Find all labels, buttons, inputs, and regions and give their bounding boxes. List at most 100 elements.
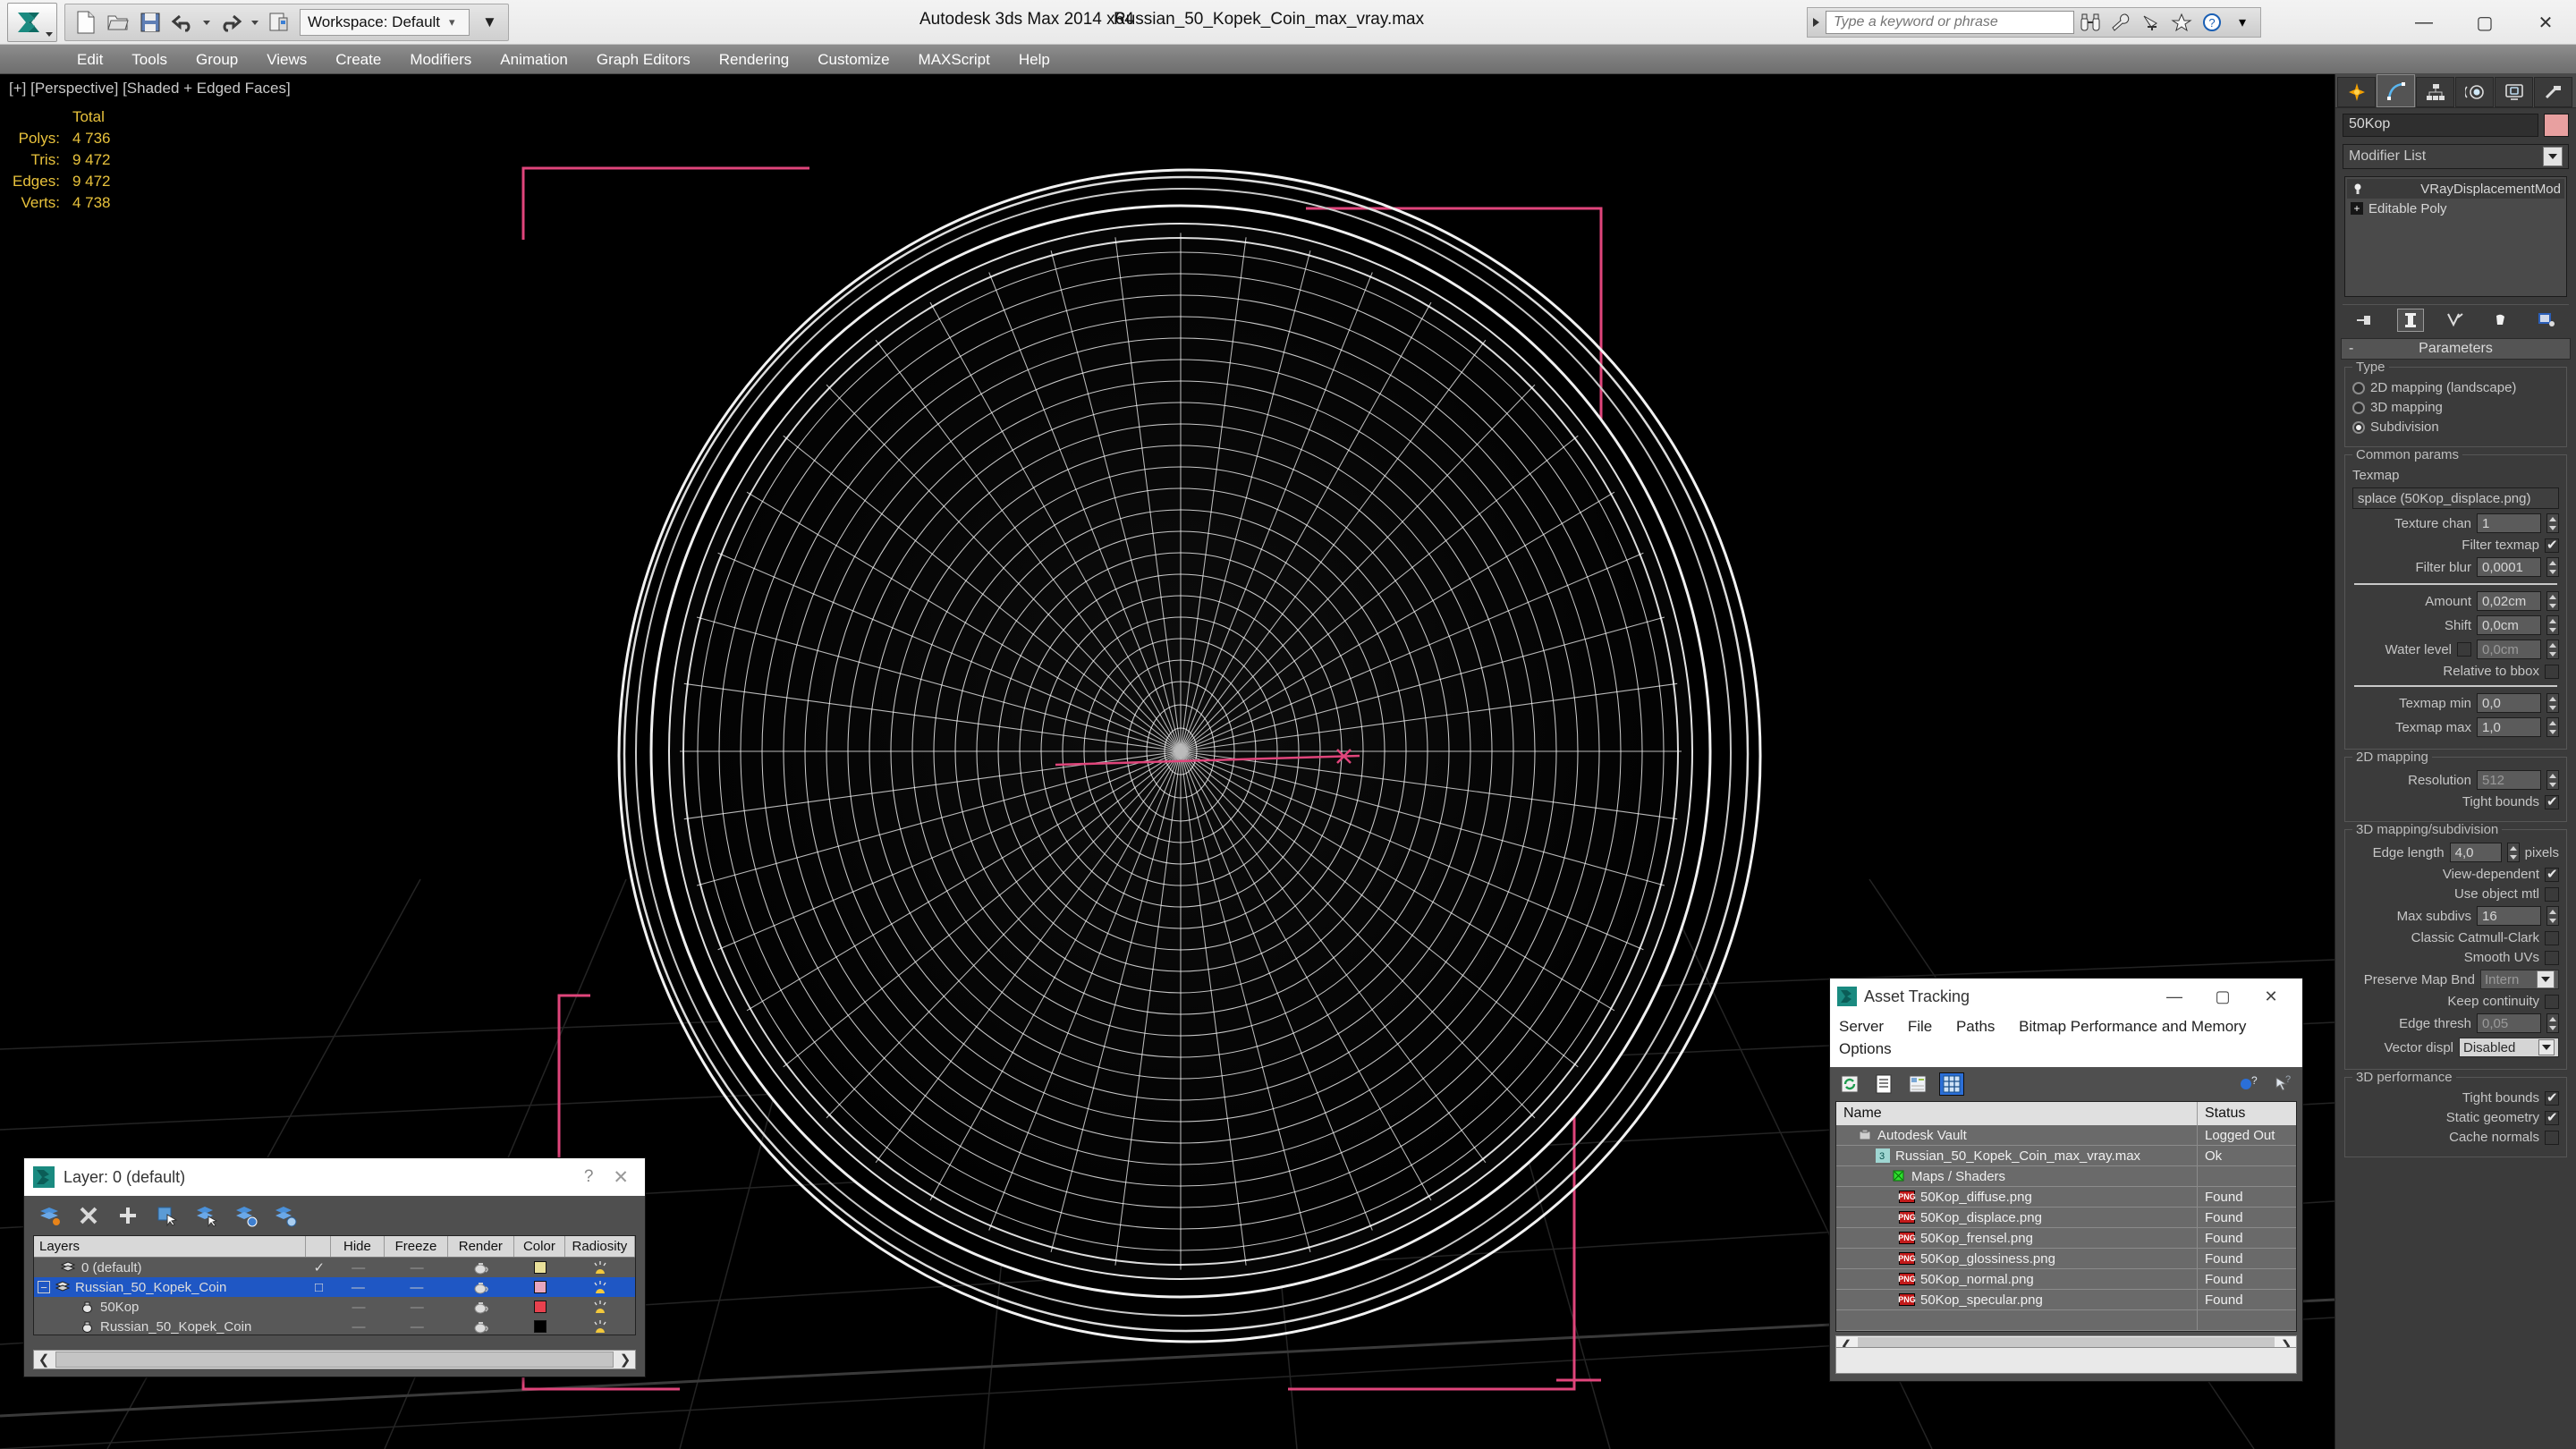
modifier-list-dropdown[interactable]: Modifier List xyxy=(2343,144,2569,169)
radio-icon[interactable] xyxy=(2352,381,2365,394)
pin-stack-icon[interactable] xyxy=(2351,309,2378,332)
texmap-max-field[interactable]: 1,0 xyxy=(2477,717,2541,737)
teapot-icon[interactable] xyxy=(448,1297,514,1317)
layer-active-toggle[interactable] xyxy=(307,1297,331,1317)
show-end-result-icon[interactable] xyxy=(2396,308,2424,332)
column-radiosity[interactable]: Radiosity xyxy=(565,1236,635,1257)
vector-displ-dropdown[interactable]: Disabled xyxy=(2459,1038,2559,1057)
tight-bounds-3d-checkbox[interactable] xyxy=(2545,1089,2559,1106)
layer-freeze-toggle[interactable]: — xyxy=(386,1297,448,1317)
new-file-icon[interactable] xyxy=(71,7,101,38)
layer-hide-toggle[interactable]: — xyxy=(332,1297,386,1317)
menu-item-help[interactable]: Help xyxy=(1004,45,1064,74)
set-project-icon[interactable] xyxy=(264,7,294,38)
column-status[interactable]: Status xyxy=(2198,1102,2296,1125)
satellite-icon[interactable] xyxy=(2137,9,2165,36)
parameters-rollout-header[interactable]: - Parameters xyxy=(2341,338,2571,360)
viewport-label[interactable]: [+] [Perspective] [Shaded + Edged Faces] xyxy=(9,80,291,97)
table-row[interactable]: PNG 50Kop_normal.png Found xyxy=(1836,1268,2296,1291)
minimize-button[interactable]: — xyxy=(2394,0,2454,45)
workspace-dropdown-icon[interactable]: ▾ xyxy=(449,15,455,30)
teapot-icon[interactable] xyxy=(448,1317,514,1335)
layer-freeze-toggle[interactable]: — xyxy=(386,1277,448,1297)
column-render[interactable]: Render xyxy=(448,1236,514,1257)
modify-tab[interactable] xyxy=(2377,74,2415,107)
use-object-mtl-checkbox[interactable] xyxy=(2545,886,2559,902)
refresh-icon[interactable] xyxy=(1837,1072,1862,1096)
water-level-checkbox[interactable] xyxy=(2457,642,2471,657)
texmap-button[interactable]: splace (50Kop_displace.png) xyxy=(2352,487,2559,509)
radio-2d-mapping-landscape[interactable]: 2D mapping (landscape) xyxy=(2352,380,2559,395)
layer-active-toggle[interactable] xyxy=(307,1317,331,1335)
add-to-layer-icon[interactable] xyxy=(115,1203,140,1228)
undo-dropdown-icon[interactable] xyxy=(203,20,210,25)
chevron-down-icon[interactable] xyxy=(2537,970,2555,988)
table-row[interactable]: Autodesk Vault Logged Out xyxy=(1836,1124,2296,1147)
chevron-down-icon[interactable] xyxy=(2543,147,2563,166)
teapot-icon[interactable] xyxy=(448,1277,514,1297)
menu-item-tools[interactable]: Tools xyxy=(117,45,182,74)
modifier-stack[interactable]: VRayDisplacementMod + Editable Poly xyxy=(2344,176,2567,297)
texmap-value-row[interactable]: splace (50Kop_displace.png) xyxy=(2352,487,2559,509)
column-active[interactable] xyxy=(306,1236,331,1257)
workspace-selector[interactable]: Workspace: Default ▾ xyxy=(300,9,470,36)
radio-3d-mapping[interactable]: 3D mapping xyxy=(2352,400,2559,415)
menu-item-modifiers[interactable]: Modifiers xyxy=(395,45,486,74)
menu-item-customize[interactable]: Customize xyxy=(803,45,903,74)
rollout-collapse-icon[interactable]: - xyxy=(2349,341,2353,357)
help-dropdown-icon[interactable]: ▾ xyxy=(2228,9,2257,36)
wrench-icon[interactable] xyxy=(2106,9,2135,36)
edge-thresh-field[interactable]: 0,05 xyxy=(2477,1013,2541,1033)
table-row[interactable]: 3 Russian_50_Kopek_Coin_max_vray.max Ok xyxy=(1836,1145,2296,1167)
water-level-field[interactable]: 0,0cm xyxy=(2477,640,2541,659)
minimize-button[interactable]: — xyxy=(2150,979,2199,1014)
hierarchy-tab[interactable] xyxy=(2416,77,2454,107)
tight-bounds-2d-checkbox[interactable] xyxy=(2545,793,2559,809)
asset-tracking-titlebar[interactable]: Asset Tracking — ▢ ✕ xyxy=(1830,979,2302,1014)
radio-icon-selected[interactable] xyxy=(2352,420,2365,434)
menu-item-rendering[interactable]: Rendering xyxy=(705,45,803,74)
scroll-thumb[interactable] xyxy=(55,1352,614,1368)
layer-active-toggle[interactable]: □ xyxy=(307,1277,331,1297)
radiosity-icon[interactable] xyxy=(565,1317,635,1335)
help-icon[interactable]: ? xyxy=(2198,9,2226,36)
shift-spinner[interactable] xyxy=(2546,615,2559,635)
column-freeze[interactable]: Freeze xyxy=(385,1236,448,1257)
view-dependent-checkbox[interactable] xyxy=(2545,866,2559,882)
relative-to-bbox-checkbox[interactable] xyxy=(2545,664,2559,679)
amount-spinner[interactable] xyxy=(2546,591,2559,611)
edge-length-spinner[interactable] xyxy=(2506,843,2520,862)
object-color-swatch[interactable] xyxy=(2544,114,2569,137)
menu-item-options[interactable]: Options xyxy=(1839,1040,1892,1057)
menu-item-graph-editors[interactable]: Graph Editors xyxy=(582,45,705,74)
max-subdivs-spinner[interactable] xyxy=(2546,906,2559,926)
asset-tracking-dialog[interactable]: Asset Tracking — ▢ ✕ Server File Paths B… xyxy=(1829,978,2303,1382)
radio-icon[interactable] xyxy=(2352,401,2365,414)
help-button[interactable]: ? xyxy=(584,1167,594,1187)
save-file-icon[interactable] xyxy=(135,7,165,38)
stack-item-vraydisplacementmod[interactable]: VRayDisplacementMod xyxy=(2347,179,2564,199)
table-row[interactable]: PNG 50Kop_diffuse.png Found xyxy=(1836,1186,2296,1208)
layer-freeze-toggle[interactable]: — xyxy=(386,1317,448,1335)
layer-hide-toggle[interactable]: — xyxy=(331,1258,386,1277)
add-help-icon[interactable]: ? xyxy=(2236,1072,2261,1096)
table-row[interactable]: PNG 50Kop_frensel.png Found xyxy=(1836,1227,2296,1250)
menu-item-paths[interactable]: Paths xyxy=(1956,1018,1995,1035)
menu-item-edit[interactable]: Edit xyxy=(63,45,117,74)
classic-catmull-clark-checkbox[interactable] xyxy=(2545,930,2559,945)
help-query-icon[interactable]: ? xyxy=(2270,1072,2295,1096)
delete-layer-icon[interactable] xyxy=(76,1203,101,1228)
column-hide[interactable]: Hide xyxy=(331,1236,386,1257)
table-row[interactable]: 0 (default) ✓ — — xyxy=(34,1258,635,1277)
stack-item-editable-poly[interactable]: + Editable Poly xyxy=(2347,199,2564,218)
workspace-more-icon[interactable]: ▼ xyxy=(477,13,503,31)
texmap-min-field[interactable]: 0,0 xyxy=(2477,693,2541,713)
layer-list[interactable]: Layers Hide Freeze Render Color Radiosit… xyxy=(33,1235,636,1335)
scroll-left-icon[interactable]: ❮ xyxy=(34,1352,54,1368)
radiosity-icon[interactable] xyxy=(565,1297,635,1317)
layer-dialog[interactable]: Layer: 0 (default) ? ✕ Layers Hide Freez… xyxy=(23,1157,646,1377)
application-menu-button[interactable] xyxy=(7,3,57,42)
table-row[interactable]: Maps / Shaders xyxy=(1836,1165,2296,1188)
layer-color-chip[interactable] xyxy=(533,1281,547,1293)
radio-subdivision[interactable]: Subdivision xyxy=(2352,419,2559,435)
